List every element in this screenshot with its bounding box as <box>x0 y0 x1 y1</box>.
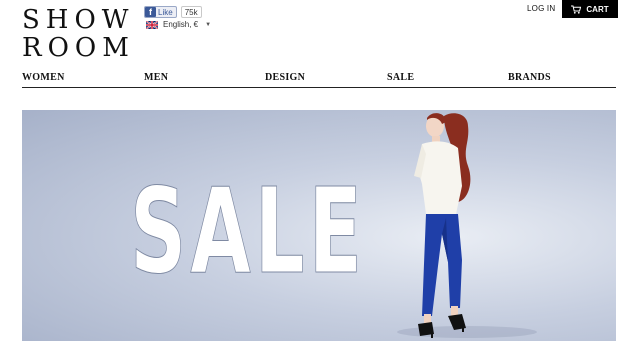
brand-logo-line2: ROOM <box>22 33 132 60</box>
hero-banner[interactable]: SALE <box>22 110 616 341</box>
facebook-like-count: 75k <box>180 6 202 18</box>
language-selector[interactable]: English, € ▼ <box>146 20 211 29</box>
hero-headline: SALE <box>130 162 366 300</box>
chevron-down-icon: ▼ <box>205 21 212 28</box>
cart-icon <box>571 5 582 14</box>
facebook-like-label: Like <box>158 7 173 17</box>
nav-item-brands[interactable]: BRANDS <box>508 72 551 83</box>
cart-label: CART <box>586 4 609 14</box>
login-link[interactable]: LOG IN <box>527 4 555 13</box>
facebook-like-widget[interactable]: f Like 75k <box>144 6 202 18</box>
floor-shadow <box>397 326 537 338</box>
cart-button[interactable]: CART <box>562 0 618 18</box>
facebook-like-button[interactable]: f Like <box>144 6 177 18</box>
nav-item-men[interactable]: MEN <box>144 72 168 83</box>
language-label: English, € <box>163 20 199 29</box>
model-photo <box>414 113 471 338</box>
facebook-icon: f <box>145 7 156 17</box>
uk-flag-icon <box>146 20 158 29</box>
nav-item-design[interactable]: DESIGN <box>265 72 305 83</box>
main-nav: WOMEN MEN DESIGN SALE BRANDS <box>22 72 616 88</box>
brand-logo[interactable]: SHOW ROOM <box>22 4 132 60</box>
nav-item-women[interactable]: WOMEN <box>22 72 65 83</box>
nav-item-sale[interactable]: SALE <box>387 72 414 83</box>
brand-logo-line1: SHOW <box>22 5 132 35</box>
